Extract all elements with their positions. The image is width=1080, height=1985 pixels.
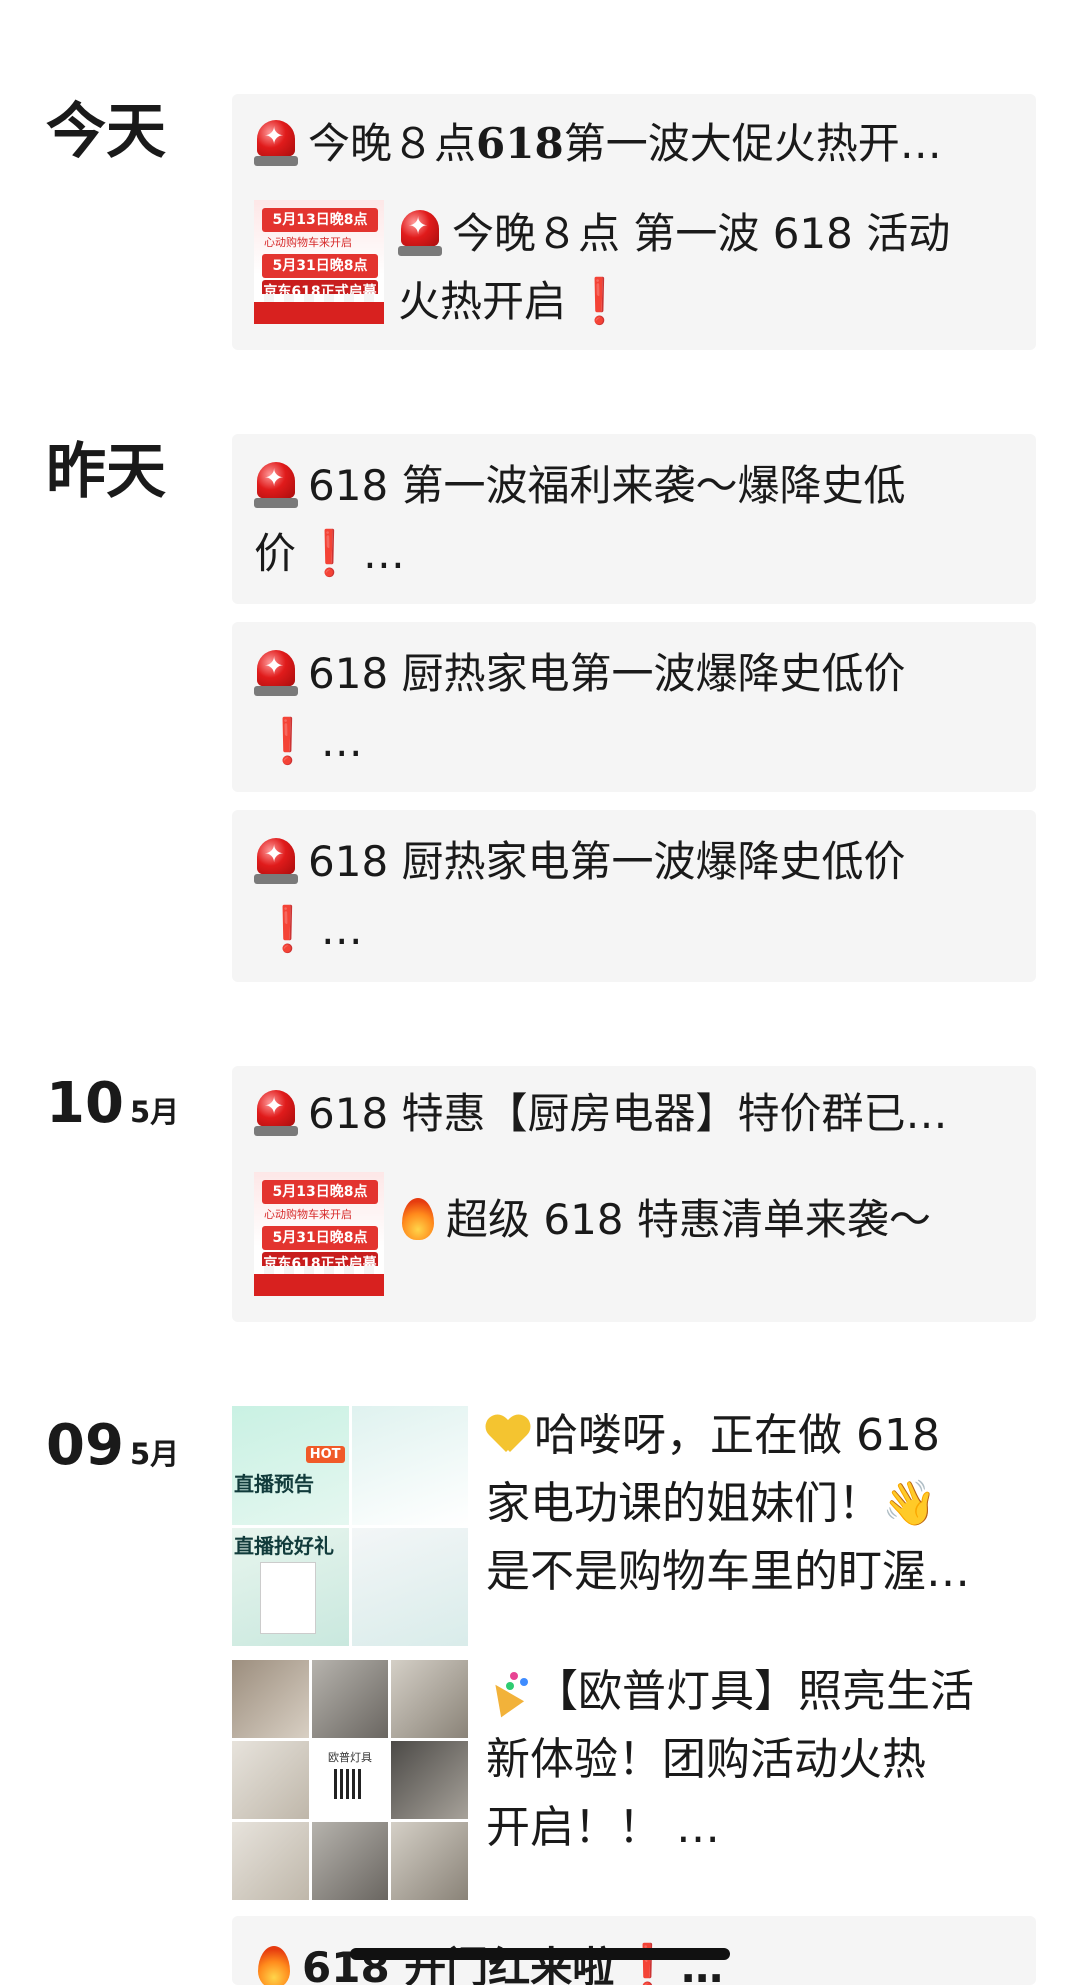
exclamation-icon: ❗ [260,904,315,955]
party-popper-icon [486,1668,530,1712]
yellow-heart-icon [486,1412,530,1456]
thumb-date-1: 5月13日晚8点 [262,1180,378,1204]
thumb-date-1: 5月13日晚8点 [262,208,378,232]
ellipsis: … [362,529,405,578]
post-item[interactable]: ✦ 618 特惠【厨房电器】特价群已… [254,1080,1014,1148]
ellipsis: … [320,905,363,954]
post-card[interactable]: ✦ 618 厨热家电第一波爆降史低价 ❗… [232,810,1036,982]
post-text[interactable]: 【欧普灯具】照亮生活 新体验！团购活动火热 开启！！ … [486,1658,1050,1862]
date-month: 5月 [129,1437,180,1471]
post-item[interactable]: 5月13日晚8点 心动购物车来开启 5月31日晚8点 京东618正式启幕 超级 … [254,1172,1014,1296]
post-image-lighting[interactable]: 欧普灯具 [232,1660,468,1900]
thumb-subtitle: 心动购物车来开启 [264,236,352,249]
post-line1: 哈喽呀，正在做 618 [534,1410,940,1461]
may10-posts-card: ✦ 618 特惠【厨房电器】特价群已… 5月13日晚8点 心动购物车来开启 5月3… [232,1066,1036,1322]
section-label-today: 今天 [46,97,166,167]
waving-hand-icon: 👋 [882,1478,937,1529]
thumb-caption-2: 直播抢好礼 [234,1533,334,1558]
thumb-subtitle: 心动购物车来开启 [264,1208,352,1221]
post-title-prefix: 今晚８点 [308,119,477,168]
section-label-may09: 09 5月 [46,1418,179,1474]
post-title-line1: 618 厨热家电第一波爆降史低价 [308,649,906,698]
siren-icon: ✦ [254,118,298,166]
post-line3: 开启！！ … [486,1802,720,1853]
thumb-caption-1: 直播预告 [234,1472,314,1496]
post-title-highlight: 618 [476,119,564,168]
promo-thumbnail[interactable]: 5月13日晚8点 心动购物车来开启 5月31日晚8点 京东618正式启幕 [254,1172,384,1296]
post-title-line2: 价 [254,529,297,578]
post-card[interactable]: ✦ 618 厨热家电第一波爆降史低价 ❗… [232,622,1036,792]
date-day: 09 [46,1413,124,1478]
thumb-badge: HOT [305,1446,345,1463]
post-item[interactable]: 5月13日晚8点 心动购物车来开启 5月31日晚8点 京东618正式启幕 ✦ 今晚… [254,200,1014,336]
section-label-yesterday: 昨天 [46,437,166,507]
siren-icon: ✦ [254,648,298,696]
post-image-appliances[interactable]: HOT 直播预告 直播抢好礼 [232,1406,468,1646]
post-line1: 【欧普灯具】照亮生活 [534,1666,974,1717]
exclamation-icon: ❗ [302,528,357,579]
thumb-caption-lighting: 欧普灯具 [327,1751,372,1764]
post-title: 超级 618 特惠清单来袭～ [446,1195,931,1244]
post-title-suffix: 第一波大促火热开… [563,119,942,168]
post-line2: 家电功课的姐妹们！ [486,1478,882,1529]
post-card[interactable]: ✦ 618 第一波福利来袭～爆降史低 价 ❗… [232,434,1036,604]
thumb-date-2: 5月31日晚8点 [262,254,378,278]
post-line2: 新体验！团购活动火热 [486,1734,926,1785]
siren-icon: ✦ [254,836,298,884]
section-label-may10: 10 5月 [46,1076,179,1132]
exclamation-icon: ❗ [260,716,315,767]
post-text[interactable]: 哈喽呀，正在做 618 家电功课的姐妹们！👋 是不是购物车里的盯渥… [486,1402,1050,1606]
thumb-date-2: 5月31日晚8点 [262,1226,378,1250]
home-indicator[interactable] [350,1948,730,1960]
fire-icon [254,1942,294,1985]
promo-thumbnail[interactable]: 5月13日晚8点 心动购物车来开启 5月31日晚8点 京东618正式启幕 [254,200,384,324]
post-title-line1: 今晚８点 第一波 618 活动 [452,209,951,258]
date-day: 10 [46,1071,124,1136]
post-title-line1: 618 第一波福利来袭～爆降史低 [308,461,906,510]
siren-icon: ✦ [398,208,442,256]
exclamation-icon: ❗ [572,276,627,327]
post-title-line1: 618 厨热家电第一波爆降史低价 [308,837,906,886]
post-title-line2: 火热开启 [398,277,567,326]
siren-icon: ✦ [254,460,298,508]
post-title: 618 特惠【厨房电器】特价群已… [308,1089,948,1138]
post-line3: 是不是购物车里的盯渥… [486,1546,970,1597]
date-month: 5月 [129,1095,180,1129]
today-posts-card: ✦ 今晚８点618第一波大促火热开… 5月13日晚8点 心动购物车来开启 5月31… [232,94,1036,350]
siren-icon: ✦ [254,1088,298,1136]
post-item[interactable]: ✦ 今晚８点618第一波大促火热开… [254,110,1014,178]
ellipsis: … [320,717,363,766]
fire-icon [398,1194,438,1242]
